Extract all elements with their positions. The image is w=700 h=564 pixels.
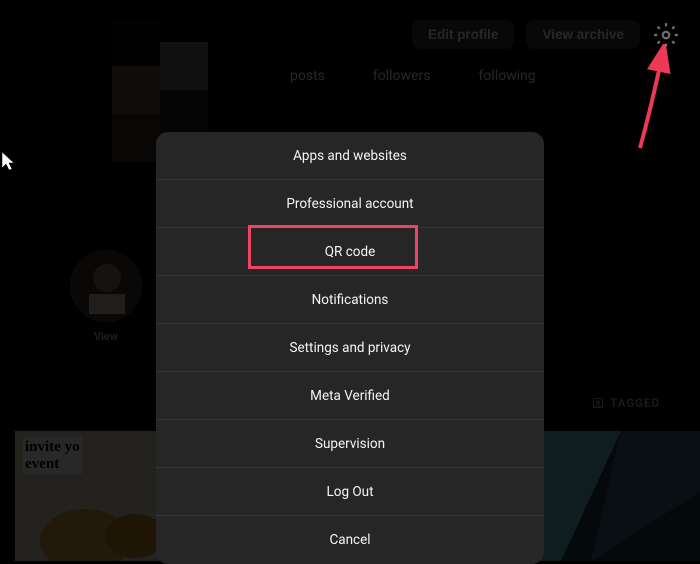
menu-item-apps-websites[interactable]: Apps and websites <box>156 132 544 180</box>
menu-item-log-out[interactable]: Log Out <box>156 468 544 516</box>
menu-item-settings-privacy[interactable]: Settings and privacy <box>156 324 544 372</box>
menu-item-cancel[interactable]: Cancel <box>156 516 544 564</box>
menu-item-notifications[interactable]: Notifications <box>156 276 544 324</box>
menu-item-qr-code[interactable]: QR code <box>156 228 544 276</box>
menu-item-meta-verified[interactable]: Meta Verified <box>156 372 544 420</box>
menu-item-supervision[interactable]: Supervision <box>156 420 544 468</box>
settings-menu-modal: Apps and websites Professional account Q… <box>156 132 544 564</box>
menu-item-professional-account[interactable]: Professional account <box>156 180 544 228</box>
